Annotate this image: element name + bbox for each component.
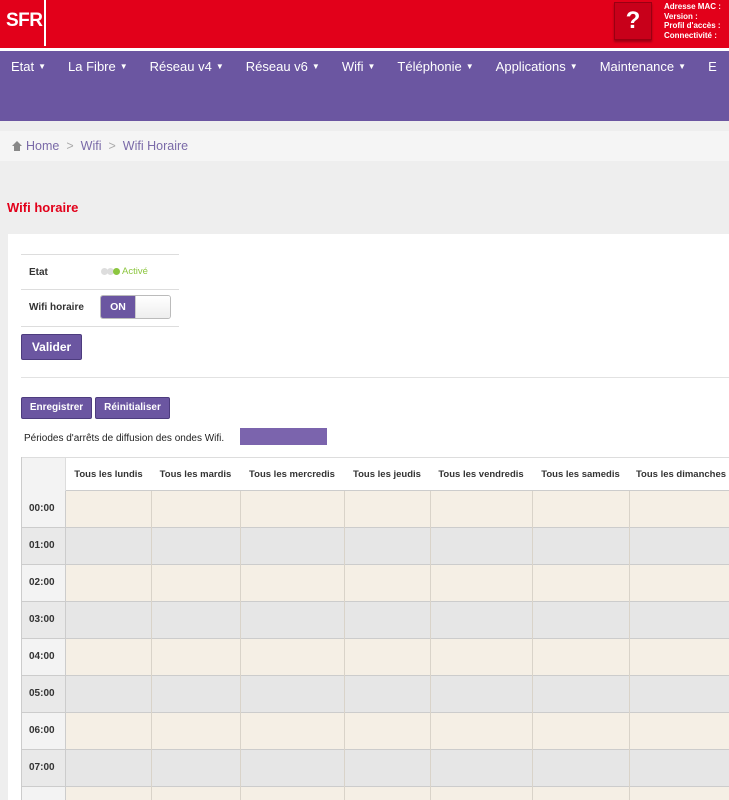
etat-status: Activé (101, 266, 148, 278)
hour-label: 01:00 (22, 528, 66, 564)
day-header-sunday: Tous les dimanches (635, 469, 727, 480)
info-connectivity: Connectivité : (664, 30, 717, 40)
sfr-logo[interactable]: SFR (0, 0, 46, 46)
divider (21, 377, 729, 378)
hour-row[interactable]: 03:00 (22, 602, 729, 639)
valider-button[interactable]: Valider (21, 334, 82, 360)
day-header-tuesday: Tous les mardis (159, 469, 232, 480)
nav-label: E (708, 59, 717, 74)
device-info: Adresse MAC : Version : Profil d'accès :… (664, 2, 721, 40)
nav-maintenance[interactable]: Maintenance ▼ (589, 51, 697, 83)
hour-label: 04:00 (22, 639, 66, 675)
hour-row[interactable]: 01:00 (22, 528, 729, 565)
hour-label: 05:00 (22, 676, 66, 712)
breadcrumb-wifi[interactable]: Wifi (81, 139, 102, 153)
hour-row[interactable]: 02:00 (22, 565, 729, 602)
info-version: Version : (664, 11, 698, 21)
status-dots-icon (101, 267, 120, 278)
day-header-friday: Tous les vendredis (438, 469, 524, 480)
nav-label: Etat (11, 59, 35, 74)
status-row-etat: Etat Activé (21, 254, 179, 290)
wifi-horaire-toggle[interactable]: ON (100, 295, 171, 319)
nav-label: Maintenance (599, 59, 675, 74)
main-nav: Etat ▼ La Fibre ▼ Réseau v4 ▼ Réseau v6 ▼ Wi… (0, 51, 729, 121)
hour-row[interactable]: 06:00 (22, 713, 729, 750)
nav-etat[interactable]: Etat ▼ (0, 51, 57, 83)
wifi-horaire-label: Wifi horaire (29, 302, 84, 313)
hour-label: 06:00 (22, 713, 66, 749)
hour-label: 07:00 (22, 750, 66, 786)
breadcrumb-home[interactable]: Home (26, 139, 59, 153)
page-title: Wifi horaire (7, 200, 79, 215)
nav-telephonie[interactable]: Téléphonie ▼ (386, 51, 484, 83)
nav-label: Wifi (341, 59, 364, 74)
info-mac: Adresse MAC : (664, 2, 721, 11)
caret-down-icon: ▼ (119, 62, 128, 71)
grid-column-line (240, 457, 241, 800)
caret-down-icon: ▼ (215, 62, 224, 71)
status-row-wifi-horaire: Wifi horaire ON (21, 290, 179, 327)
breadcrumb-current: Wifi Horaire (122, 139, 189, 153)
hour-row[interactable]: 07:00 (22, 750, 729, 787)
hour-row[interactable]: 04:00 (22, 639, 729, 676)
etat-label: Etat (29, 267, 48, 278)
etat-value: Activé (122, 266, 148, 277)
grid-column-line (532, 457, 533, 800)
toggle-on-label: ON (101, 296, 135, 318)
period-legend-swatch (240, 428, 327, 445)
schedule-header: Tous les lundis Tous les mardis Tous les… (22, 457, 729, 491)
content-panel: Etat Activé Wifi horaire ON Valider Enre… (8, 234, 729, 800)
hour-label: 08:00 (22, 787, 66, 800)
caret-down-icon: ▼ (569, 62, 578, 71)
day-header-wednesday: Tous les mercredis (249, 469, 335, 480)
breadcrumb-separator: > (66, 139, 74, 153)
hour-row[interactable]: 08:00 (22, 787, 729, 800)
nav-label: Applications (495, 59, 566, 74)
home-icon (12, 141, 22, 151)
nav-label: La Fibre (68, 59, 116, 74)
top-header: SFR ? Adresse MAC : Version : Profil d'a… (0, 0, 729, 48)
nav-label: Réseau v6 (245, 59, 308, 74)
enregistrer-button[interactable]: Enregistrer (21, 397, 92, 419)
hour-label: 00:00 (22, 491, 66, 527)
day-header-saturday: Tous les samedis (541, 469, 620, 480)
help-button[interactable]: ? (614, 2, 652, 40)
breadcrumb: Home > Wifi > Wifi Horaire (0, 131, 729, 161)
hour-row[interactable]: 00:00 (22, 491, 729, 528)
caret-down-icon: ▼ (465, 62, 474, 71)
header-corner (22, 458, 66, 491)
hour-label: 03:00 (22, 602, 66, 638)
day-header-thursday: Tous les jeudis (353, 469, 421, 480)
nav-reseau-v4[interactable]: Réseau v4 ▼ (139, 51, 235, 83)
schedule-caption: Périodes d'arrêts de diffusion des ondes… (24, 433, 225, 444)
hour-row[interactable]: 05:00 (22, 676, 729, 713)
nav-reseau-v6[interactable]: Réseau v6 ▼ (235, 51, 331, 83)
breadcrumb-separator: > (108, 139, 116, 153)
day-header-monday: Tous les lundis (74, 469, 143, 480)
nav-applications[interactable]: Applications ▼ (485, 51, 589, 83)
nav-label: Téléphonie (397, 59, 462, 74)
caret-down-icon: ▼ (38, 62, 47, 71)
grid-column-line (344, 457, 345, 800)
hour-label: 02:00 (22, 565, 66, 601)
nav-extra[interactable]: E (697, 51, 728, 83)
logo-text: SFR (6, 10, 43, 31)
caret-down-icon: ▼ (311, 62, 320, 71)
reinitialiser-button[interactable]: Réinitialiser (95, 397, 170, 419)
schedule-grid[interactable]: 00:00 01:00 02:00 03:00 04:00 05:00 06:0… (21, 457, 729, 800)
caret-down-icon: ▼ (678, 62, 687, 71)
nav-wifi[interactable]: Wifi ▼ (331, 51, 387, 83)
grid-column-line (629, 457, 630, 800)
info-profile: Profil d'accès : (664, 21, 721, 30)
grid-column-line (430, 457, 431, 800)
nav-la-fibre[interactable]: La Fibre ▼ (57, 51, 139, 83)
caret-down-icon: ▼ (367, 62, 376, 71)
toggle-knob (135, 296, 170, 318)
grid-column-line (151, 457, 152, 800)
nav-label: Réseau v4 (149, 59, 212, 74)
